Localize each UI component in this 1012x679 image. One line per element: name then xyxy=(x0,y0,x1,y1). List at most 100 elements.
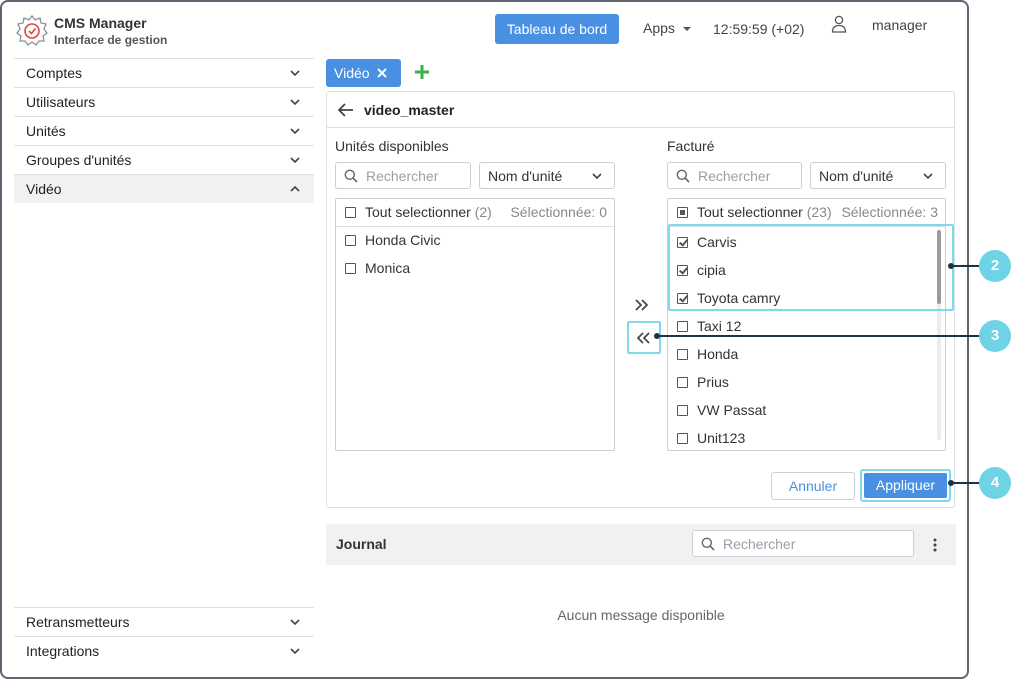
item-checkbox[interactable] xyxy=(677,405,688,416)
move-right-icon[interactable] xyxy=(631,296,653,314)
callout-line xyxy=(657,335,981,337)
select-all-checkbox[interactable] xyxy=(345,207,356,218)
panel-title: video_master xyxy=(364,102,455,118)
search-placeholder: Rechercher xyxy=(698,168,771,184)
chevron-down-icon xyxy=(290,157,300,164)
available-sort-select[interactable]: Nom d'unité xyxy=(479,162,615,189)
close-icon[interactable] xyxy=(377,68,387,78)
sidebar-item-label: Integrations xyxy=(26,643,100,659)
item-label: Monica xyxy=(365,260,411,276)
back-arrow-icon[interactable] xyxy=(338,103,354,117)
cms-logo-icon xyxy=(16,14,48,46)
item-label: Prius xyxy=(697,374,729,390)
select-all-checkbox[interactable] xyxy=(677,207,688,218)
caret-down-icon xyxy=(682,27,691,32)
list-item[interactable]: Unit123 xyxy=(668,425,945,453)
select-all-label[interactable]: Tout selectionner (23) xyxy=(697,204,832,220)
item-checkbox[interactable] xyxy=(677,433,688,444)
apps-menu[interactable]: Apps xyxy=(643,20,691,36)
more-options-icon[interactable] xyxy=(930,537,940,553)
chevron-down-icon xyxy=(290,128,300,135)
user-name[interactable]: manager xyxy=(872,17,927,33)
sidebar-item-groupes[interactable]: Groupes d'unités xyxy=(14,145,314,174)
billed-selected-count: Sélectionnée: 3 xyxy=(841,204,938,220)
sidebar-item-label: Groupes d'unités xyxy=(26,152,132,168)
sort-value: Nom d'unité xyxy=(488,168,563,184)
panel-header: video_master xyxy=(327,92,954,128)
available-list-header: Tout selectionner (2) Sélectionnée: 0 xyxy=(336,199,614,227)
item-checkbox[interactable] xyxy=(677,377,688,388)
list-item[interactable]: Monica xyxy=(336,255,614,283)
clock: 12:59:59 (+02) xyxy=(713,21,805,37)
available-units-label: Unités disponibles xyxy=(335,138,449,154)
item-checkbox[interactable] xyxy=(345,235,356,246)
selected-items-highlight xyxy=(668,224,954,311)
item-checkbox[interactable] xyxy=(677,321,688,332)
sort-value: Nom d'unité xyxy=(819,168,894,184)
list-item[interactable]: Honda xyxy=(668,341,945,369)
journal-search-input[interactable]: Rechercher xyxy=(692,530,914,557)
chevron-up-icon xyxy=(290,185,300,192)
sidebar: Comptes Utilisateurs Unités Groupes d'un… xyxy=(14,58,314,677)
item-label: Honda xyxy=(697,346,739,362)
journal-empty-message: Aucun message disponible xyxy=(557,607,725,623)
apps-label: Apps xyxy=(643,20,675,36)
app-window: CMS Manager Interface de gestion Tableau… xyxy=(0,0,969,679)
item-checkbox[interactable] xyxy=(345,263,356,274)
sidebar-item-utilisateurs[interactable]: Utilisateurs xyxy=(14,87,314,116)
item-checkbox[interactable] xyxy=(677,349,688,360)
chevron-down-icon xyxy=(290,619,300,626)
app-title: CMS Manager xyxy=(54,15,147,31)
callout-badge-2: 2 xyxy=(979,250,1011,282)
select-all-label[interactable]: Tout selectionner (2) xyxy=(365,204,492,220)
sidebar-item-retransmetteurs[interactable]: Retransmetteurs xyxy=(14,607,314,636)
user-icon[interactable] xyxy=(831,15,847,33)
journal-bar: Journal Rechercher xyxy=(326,524,956,565)
sidebar-item-label: Unités xyxy=(26,123,66,139)
add-tab-icon[interactable] xyxy=(414,64,430,80)
app-subtitle: Interface de gestion xyxy=(54,33,168,47)
item-label: VW Passat xyxy=(697,402,767,418)
list-item[interactable]: Honda Civic xyxy=(336,227,614,255)
billed-list-header: Tout selectionner (23) Sélectionnée: 3 xyxy=(668,199,945,227)
sidebar-item-video[interactable]: Vidéo xyxy=(14,174,314,203)
sidebar-item-label: Vidéo xyxy=(26,181,62,197)
chevron-down-icon xyxy=(923,173,933,180)
list-item[interactable]: VW Passat xyxy=(668,397,945,425)
available-units-list: Tout selectionner (2) Sélectionnée: 0 Ho… xyxy=(335,198,615,451)
sidebar-item-label: Utilisateurs xyxy=(26,94,96,110)
search-icon xyxy=(344,169,358,183)
cancel-button[interactable]: Annuler xyxy=(771,472,855,500)
search-icon xyxy=(701,537,715,551)
list-item[interactable]: Prius xyxy=(668,369,945,397)
top-header: CMS Manager Interface de gestion Tableau… xyxy=(2,2,967,58)
billed-sort-select[interactable]: Nom d'unité xyxy=(810,162,946,189)
chevron-down-icon xyxy=(290,70,300,77)
callout-badge-4: 4 xyxy=(979,467,1011,499)
apply-button[interactable]: Appliquer xyxy=(864,473,947,498)
sidebar-item-comptes[interactable]: Comptes xyxy=(14,58,314,87)
callout-line xyxy=(951,482,981,484)
journal-title: Journal xyxy=(336,536,387,552)
available-search-input[interactable]: Rechercher xyxy=(335,162,471,189)
billed-units-label: Facturé xyxy=(667,138,715,154)
sidebar-item-label: Retransmetteurs xyxy=(26,614,130,630)
dashboard-button[interactable]: Tableau de bord xyxy=(495,14,619,44)
sidebar-item-unites[interactable]: Unités xyxy=(14,116,314,145)
item-label: Unit123 xyxy=(697,430,746,446)
chevron-down-icon xyxy=(290,648,300,655)
move-left-icon xyxy=(637,332,650,344)
chevron-down-icon xyxy=(592,173,602,180)
billed-search-input[interactable]: Rechercher xyxy=(667,162,802,189)
callout-line xyxy=(951,265,981,267)
tab-video-label: Vidéo xyxy=(334,65,370,81)
search-icon xyxy=(676,169,690,183)
tab-video[interactable]: Vidéo xyxy=(326,59,401,87)
billed-count: (23) xyxy=(806,204,832,220)
select-all-text: Tout selectionner xyxy=(365,204,471,220)
chevron-down-icon xyxy=(290,99,300,106)
sidebar-item-integrations[interactable]: Integrations xyxy=(14,636,314,665)
apply-button-highlight: Appliquer xyxy=(860,469,951,502)
sidebar-item-label: Comptes xyxy=(26,65,83,81)
item-label: Taxi 12 xyxy=(697,318,742,334)
